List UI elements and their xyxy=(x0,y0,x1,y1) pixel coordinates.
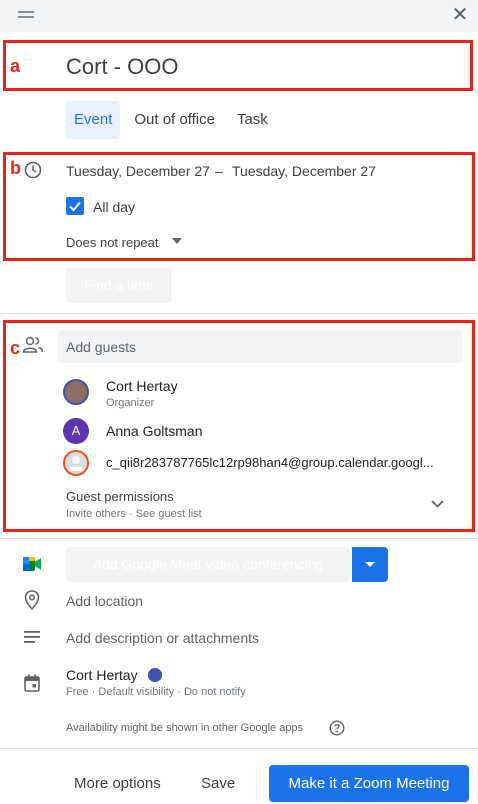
zoom-meeting-button[interactable]: Make it a Zoom Meeting xyxy=(269,765,469,802)
guest-role: Organizer xyxy=(106,397,155,409)
end-date-picker[interactable]: Tuesday, December 27 xyxy=(232,163,376,179)
date-separator: – xyxy=(215,163,223,179)
chevron-down-icon[interactable] xyxy=(431,500,444,508)
tab-out-of-office[interactable]: Out of office xyxy=(126,101,223,139)
clock-icon xyxy=(24,161,42,179)
add-description-input[interactable]: Add description or attachments xyxy=(66,630,259,646)
guest-name[interactable]: Cort Hertay xyxy=(106,378,178,394)
guest-permissions-label[interactable]: Guest permissions xyxy=(66,489,174,504)
checkmark-icon xyxy=(69,201,81,212)
event-title-input[interactable]: Cort - OOO xyxy=(66,54,178,80)
guests-icon xyxy=(22,336,44,353)
marker-c: c xyxy=(10,338,21,358)
save-button[interactable]: Save xyxy=(201,775,235,792)
avatar-initial: A xyxy=(71,423,81,438)
meet-options-dropdown[interactable] xyxy=(352,547,388,582)
help-icon[interactable] xyxy=(329,720,345,736)
guest-permissions-summary: Invite others · See guest list xyxy=(66,508,202,520)
add-location-input[interactable]: Add location xyxy=(66,593,143,609)
description-icon xyxy=(24,631,40,643)
calendar-name[interactable]: Cort Hertay xyxy=(66,667,138,683)
avatar xyxy=(63,450,89,476)
location-pin-icon xyxy=(24,590,40,610)
more-options-button[interactable]: More options xyxy=(74,775,161,792)
repeat-dropdown[interactable]: Does not repeat xyxy=(66,235,159,250)
divider xyxy=(0,313,478,314)
tab-event[interactable]: Event xyxy=(66,101,121,139)
event-type-tabs: Event Out of office Task xyxy=(66,101,282,139)
dropdown-arrow-icon[interactable] xyxy=(172,238,182,244)
find-time-button[interactable]: Find a time xyxy=(66,268,172,303)
availability-note: Availability might be shown in other Goo… xyxy=(66,722,304,734)
avatar xyxy=(63,379,89,405)
marker-b: b xyxy=(10,158,21,178)
start-date-picker[interactable]: Tuesday, December 27 xyxy=(66,163,210,179)
add-meet-button[interactable]: Add Google Meet video conferencing xyxy=(66,547,350,582)
divider xyxy=(0,538,478,539)
dropdown-arrow-icon xyxy=(365,562,375,567)
close-icon[interactable]: ✕ xyxy=(449,4,471,26)
tab-task[interactable]: Task xyxy=(229,101,276,139)
add-guests-input[interactable]: Add guests xyxy=(58,330,462,363)
guest-name[interactable]: Anna Goltsman xyxy=(106,423,203,439)
add-guests-placeholder: Add guests xyxy=(66,339,137,355)
all-day-label: All day xyxy=(93,199,136,215)
avatar: A xyxy=(63,418,89,444)
person-icon xyxy=(68,456,84,471)
marker-a: a xyxy=(10,56,21,76)
dialog-header xyxy=(0,0,478,32)
all-day-checkbox[interactable] xyxy=(66,197,84,215)
drag-handle-icon[interactable] xyxy=(18,11,34,19)
calendar-details: Free · Default visibility · Do not notif… xyxy=(66,686,246,698)
google-meet-icon xyxy=(23,557,41,571)
calendar-icon xyxy=(24,674,40,692)
guest-name[interactable]: c_qii8r283787765lc12rp98han4@group.calen… xyxy=(106,455,434,470)
calendar-color-dot[interactable] xyxy=(148,668,162,682)
